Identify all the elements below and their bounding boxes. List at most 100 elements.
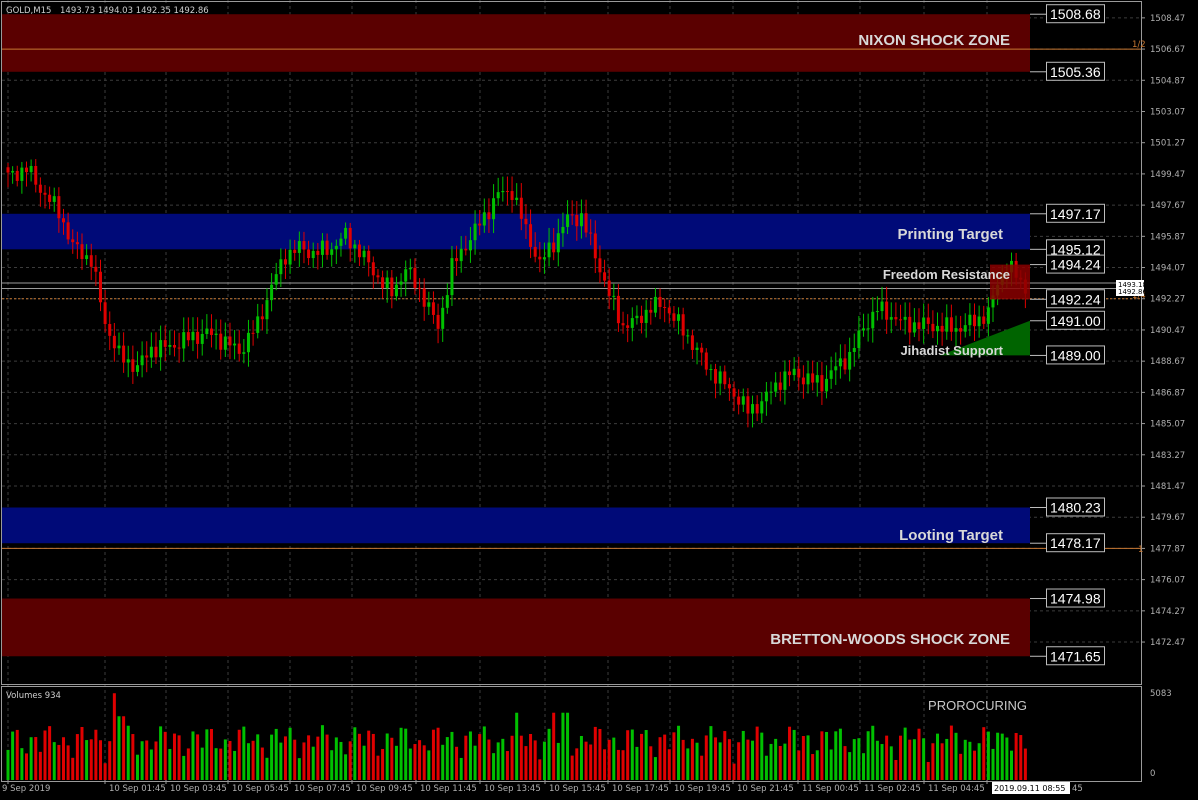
candle-body (223, 336, 227, 350)
volume-bar (515, 712, 519, 780)
volume-bar (441, 744, 445, 780)
candle-body (640, 315, 644, 323)
volume-bar (293, 739, 297, 780)
candle-body (959, 328, 963, 332)
y-tick-label: 1488.67 (1150, 357, 1185, 367)
volume-bar (866, 731, 870, 780)
volume-bar (339, 741, 343, 780)
volume-bar (57, 744, 61, 780)
volume-bar (644, 730, 648, 780)
candle-body (552, 242, 556, 253)
candle-body (672, 313, 676, 321)
candle-body (825, 378, 829, 392)
candle-body (408, 267, 412, 270)
candle-body (478, 223, 482, 226)
candle-body (838, 358, 842, 367)
candle-body (376, 275, 380, 278)
price-tag-b: 1492.86 (1118, 288, 1147, 296)
candle-body (126, 359, 130, 363)
volume-bar (889, 746, 893, 780)
candle-body (316, 250, 320, 255)
ohlc-readout: 1493.73 1494.03 1492.35 1492.86 (60, 6, 209, 16)
volume-bar (783, 743, 787, 780)
volume-bar (959, 753, 963, 780)
nixon-zone-label: NIXON SHOCK ZONE (858, 32, 1010, 49)
volume-bar (131, 734, 135, 780)
candle-body (311, 250, 315, 259)
volume-bar (843, 746, 847, 780)
candle-body (89, 255, 93, 267)
volume-bar (968, 741, 972, 780)
volume-bar (459, 757, 463, 780)
candle-body (441, 307, 445, 329)
candle-body (390, 277, 394, 297)
x-tick-label: 10 Sep 09:45 (356, 784, 413, 794)
candle-body (829, 370, 833, 379)
candle-body (982, 316, 986, 324)
candle-body (339, 238, 343, 246)
volume-bar (6, 749, 10, 780)
candle-body (353, 244, 357, 249)
volume-bar (593, 726, 597, 780)
candle-body (94, 266, 98, 272)
candle-body (949, 317, 953, 332)
volume-bar (11, 731, 15, 780)
volume-bar (862, 753, 866, 780)
volume-bar (501, 738, 505, 780)
candle-body (445, 295, 449, 308)
volume-bar (418, 740, 422, 780)
candle-body (103, 302, 107, 325)
volume-bar (357, 733, 361, 780)
volume-bar (168, 748, 172, 780)
volume-bar (552, 712, 556, 780)
volume-bar (270, 734, 274, 780)
y-tick-label: 1492.27 (1150, 295, 1185, 305)
volume-bar (871, 725, 875, 780)
candle-body (635, 315, 639, 319)
candle-body (704, 352, 708, 370)
volume-bar (311, 746, 315, 780)
candle-body (122, 345, 126, 363)
volume-bar (635, 746, 639, 780)
volume-bar (589, 744, 593, 780)
candle-body (135, 365, 139, 372)
level-box-label: 1497.17 (1050, 206, 1101, 222)
candle-body (912, 322, 916, 333)
volume-bar (1005, 737, 1009, 780)
candle-body (191, 331, 195, 341)
candle-body (242, 352, 246, 354)
candle-body (61, 218, 65, 223)
cursor-time-tail: 45 (1072, 784, 1083, 794)
volume-bar (741, 730, 745, 780)
candle-body (977, 316, 981, 327)
candle-body (200, 333, 204, 344)
candle-body (986, 307, 990, 324)
volume-bar (362, 745, 366, 780)
volume-bar (714, 737, 718, 780)
candle-body (459, 248, 463, 262)
volume-bar (700, 755, 704, 780)
candle-body (237, 343, 241, 354)
trading-chart[interactable]: 1508.47 1506.67 1504.87 1503.07 1501.27 1499.… (0, 0, 1198, 800)
volume-bar (718, 742, 722, 780)
volume-bar (908, 739, 912, 780)
volume-bar (603, 749, 607, 780)
volume-bar (89, 739, 93, 780)
volume-bar (404, 728, 408, 780)
x-tick-label: 10 Sep 13:45 (484, 784, 541, 794)
volume-bar (649, 746, 653, 780)
volume-bar (492, 753, 496, 780)
y-tick-label: 1477.87 (1150, 544, 1185, 554)
symbol-label: GOLD,M15 (6, 6, 51, 16)
candle-body (764, 391, 768, 402)
volume-bar (792, 729, 796, 780)
candle-body (159, 340, 163, 358)
candle-body (413, 267, 417, 288)
x-tick-label: 10 Sep 01:45 (109, 784, 166, 794)
candle-body (427, 302, 431, 307)
volume-bar (455, 746, 459, 780)
volume-bar (788, 726, 792, 780)
volume-bar (112, 693, 116, 780)
bretton-woods-zone-label: BRETTON-WOODS SHOCK ZONE (770, 631, 1010, 648)
candle-body (603, 272, 607, 281)
